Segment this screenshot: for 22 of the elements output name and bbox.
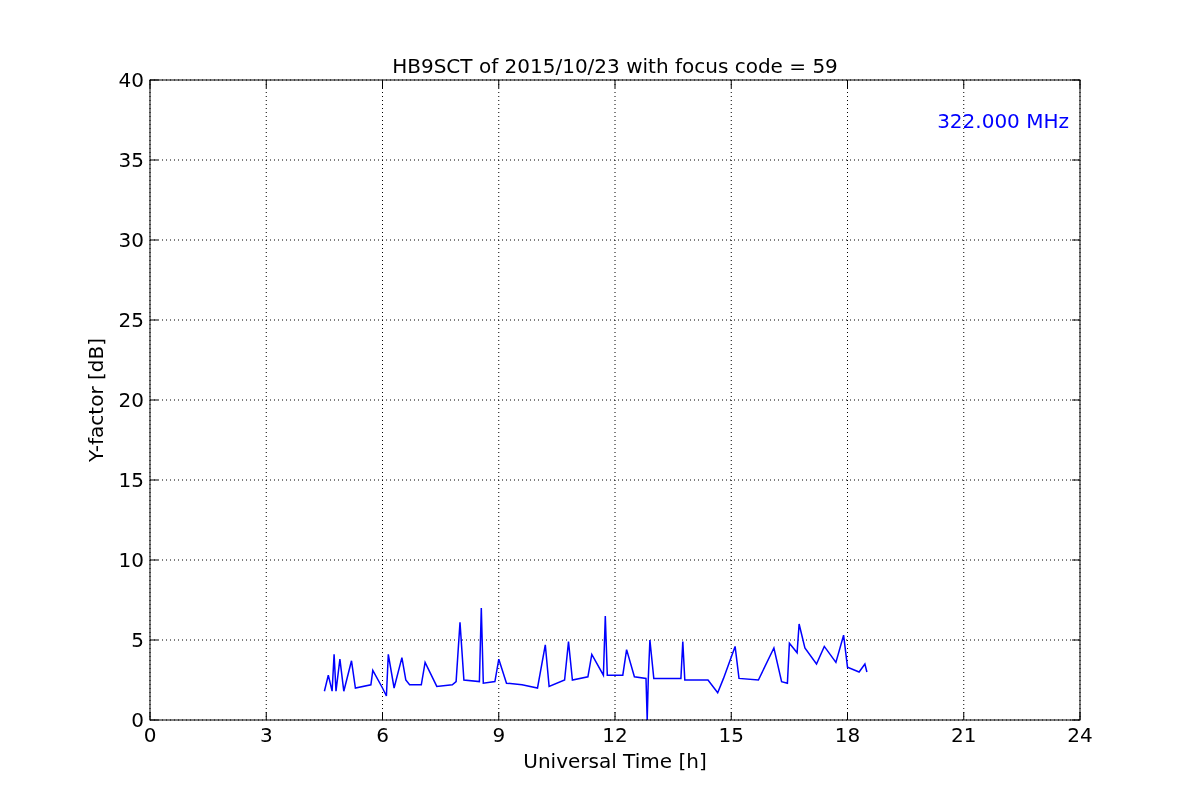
y-tick-label: 10 [118, 548, 144, 572]
x-tick-label: 6 [376, 723, 389, 747]
x-tick-label: 18 [834, 723, 861, 747]
y-tick-label: 40 [118, 68, 144, 92]
y-tick-label: 35 [118, 148, 144, 172]
y-axis-label: Y-factor [dB] [84, 338, 108, 462]
x-tick-label: 21 [951, 723, 977, 747]
y-tick-label: 5 [131, 628, 144, 652]
x-tick-label: 15 [718, 723, 744, 747]
x-tick-label: 9 [492, 723, 506, 747]
y-tick-label: 0 [131, 708, 144, 732]
x-axis-label: Universal Time [h] [523, 749, 707, 773]
x-tick-label: 0 [143, 723, 157, 747]
y-tick-label: 25 [118, 308, 144, 332]
series-label: 322.000 MHz [937, 109, 1069, 133]
y-tick-label: 15 [118, 468, 144, 492]
x-tick-label: 12 [602, 723, 628, 747]
y-tick-label: 20 [118, 388, 144, 412]
x-tick-label: 3 [259, 723, 273, 747]
x-tick-label: 24 [1067, 723, 1093, 747]
chart-title: HB9SCT of 2015/10/23 with focus code = 59 [392, 54, 838, 78]
y-tick-label: 30 [118, 228, 144, 252]
